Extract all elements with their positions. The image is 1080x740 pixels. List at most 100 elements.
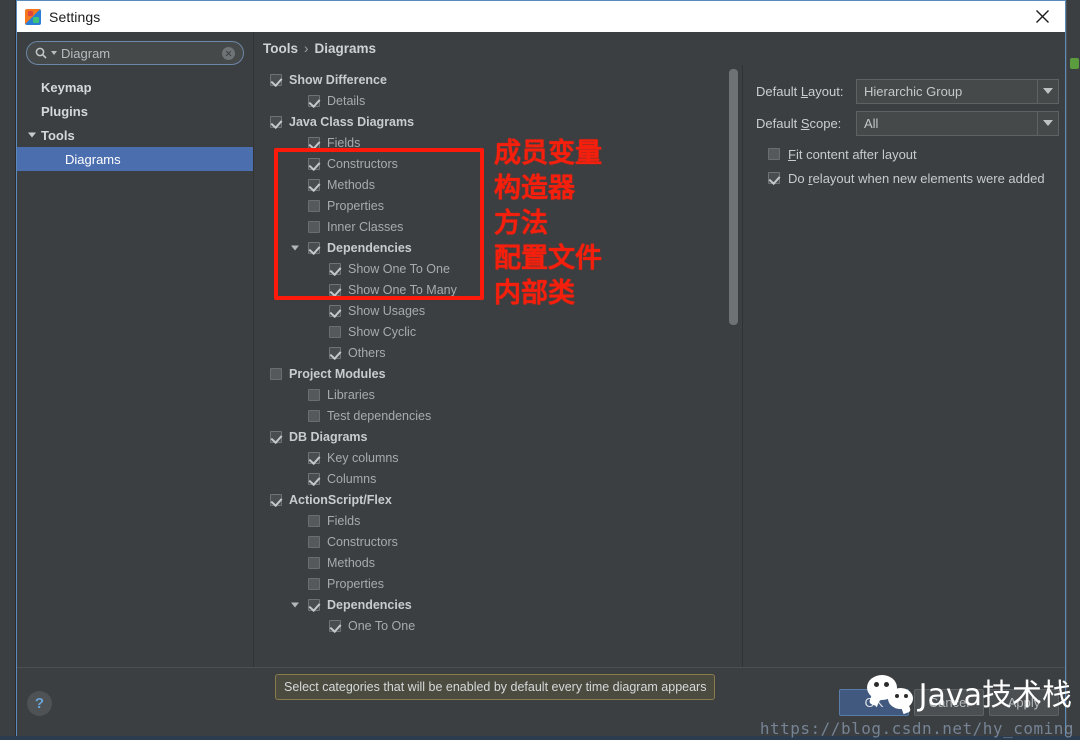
tree-row-label: Test dependencies <box>327 408 432 423</box>
do-relayout-checkbox[interactable]: Do relayout when new elements were added <box>756 166 1065 190</box>
tree-row[interactable]: Project Modules <box>254 363 743 384</box>
checkbox-icon[interactable] <box>308 556 320 569</box>
tree-row-label: Show One To One <box>348 261 450 276</box>
checkbox-icon[interactable] <box>308 241 320 254</box>
checkbox-icon[interactable] <box>270 73 282 86</box>
fit-content-checkbox[interactable]: Fit content after layout <box>756 142 1065 166</box>
tooltip: Select categories that will be enabled b… <box>275 674 716 700</box>
checkbox-icon[interactable] <box>270 430 282 443</box>
checkbox-icon[interactable] <box>308 220 320 233</box>
tree-row[interactable]: Show Cyclic <box>254 321 743 342</box>
checkbox-icon[interactable] <box>270 493 282 506</box>
breadcrumb-separator-icon: › <box>304 41 309 56</box>
chevron-down-icon[interactable] <box>291 245 299 250</box>
sidebar-item-diagrams[interactable]: Diagrams <box>17 147 253 171</box>
tree-row-label: Methods <box>327 555 375 570</box>
tree-row[interactable]: Dependencies <box>254 594 743 615</box>
tree-row[interactable]: Show Difference <box>254 69 743 90</box>
tree-row[interactable]: Libraries <box>254 384 743 405</box>
checkbox-icon[interactable] <box>308 514 320 527</box>
checkbox-icon[interactable] <box>308 136 320 149</box>
tree-row[interactable]: ActionScript/Flex <box>254 489 743 510</box>
tree-row[interactable]: Details <box>254 90 743 111</box>
tree-row-label: DB Diagrams <box>289 429 368 444</box>
tree-row[interactable]: Methods <box>254 174 743 195</box>
tree-row-label: Key columns <box>327 450 399 465</box>
sidebar-item-label: Diagrams <box>65 151 121 167</box>
checkbox-icon[interactable] <box>270 115 282 128</box>
sidebar-item-plugins[interactable]: Plugins <box>17 99 253 123</box>
tree-row-label: Dependencies <box>327 597 412 612</box>
categories-tree: Show Difference Details Java Class Diagram… <box>254 69 743 636</box>
tree-row[interactable]: Fields <box>254 132 743 153</box>
breadcrumb-root[interactable]: Tools <box>263 41 298 56</box>
tree-scrollbar[interactable] <box>729 69 738 325</box>
checkbox-icon[interactable] <box>308 157 320 170</box>
tree-row[interactable]: Properties <box>254 195 743 216</box>
tree-row[interactable]: Dependencies <box>254 237 743 258</box>
checkbox-icon[interactable] <box>308 577 320 590</box>
tree-row-label: Show One To Many <box>348 282 457 297</box>
checkbox-icon[interactable] <box>270 367 282 380</box>
chevron-down-icon[interactable] <box>28 132 36 138</box>
checkbox-icon[interactable] <box>329 262 341 275</box>
tree-row-label: Java Class Diagrams <box>289 114 415 129</box>
tree-row-label: Fields <box>327 135 361 150</box>
help-icon[interactable]: ? <box>27 691 52 716</box>
tree-row[interactable]: Java Class Diagrams <box>254 111 743 132</box>
checkbox-icon[interactable] <box>329 346 341 359</box>
sidebar-item-keymap[interactable]: Keymap <box>17 75 253 99</box>
checkbox-icon <box>768 148 780 160</box>
tree-row-label: Properties <box>327 576 384 591</box>
checkbox-icon[interactable] <box>329 283 341 296</box>
dialog-title-bar: Settings <box>17 1 1065 32</box>
tree-row[interactable]: Constructors <box>254 153 743 174</box>
background-left-edge <box>0 0 16 740</box>
tree-row[interactable]: Others <box>254 342 743 363</box>
tree-row[interactable]: Fields <box>254 510 743 531</box>
checkbox-icon[interactable] <box>329 619 341 632</box>
sidebar-item-tools[interactable]: Tools <box>17 123 253 147</box>
checkbox-icon[interactable] <box>308 94 320 107</box>
default-scope-select[interactable]: All <box>856 110 1059 136</box>
sidebar-item-label: Tools <box>41 127 75 143</box>
checkbox-icon[interactable] <box>308 451 320 464</box>
checkbox-icon[interactable] <box>329 325 341 338</box>
checkbox-icon[interactable] <box>308 199 320 212</box>
tree-row[interactable]: DB Diagrams <box>254 426 743 447</box>
search-input[interactable]: Diagram <box>26 41 244 65</box>
tree-row[interactable]: Key columns <box>254 447 743 468</box>
checkbox-icon[interactable] <box>308 388 320 401</box>
sidebar-item-list: Keymap Plugins Tools Diagrams <box>17 75 253 171</box>
default-layout-row: Default Layout: Hierarchic Group <box>756 78 1065 104</box>
dialog-title: Settings <box>49 8 101 25</box>
checkbox-icon[interactable] <box>308 535 320 548</box>
tree-row[interactable]: Show One To One <box>254 258 743 279</box>
cancel-button[interactable]: Cancel <box>914 689 984 716</box>
tree-row[interactable]: Columns <box>254 468 743 489</box>
tree-row[interactable]: Show One To Many <box>254 279 743 300</box>
tree-row[interactable]: Properties <box>254 573 743 594</box>
close-icon[interactable] <box>1019 1 1065 32</box>
tree-row[interactable]: Constructors <box>254 531 743 552</box>
checkbox-icon[interactable] <box>308 472 320 485</box>
default-layout-label: Default Layout: <box>756 84 856 99</box>
tree-row[interactable]: Inner Classes <box>254 216 743 237</box>
search-icon <box>35 47 47 59</box>
clear-icon[interactable] <box>222 46 235 60</box>
tree-row-label: Show Usages <box>348 303 426 318</box>
tree-row[interactable]: One To One <box>254 615 743 636</box>
checkbox-icon[interactable] <box>308 598 320 611</box>
checkbox-icon[interactable] <box>329 304 341 317</box>
checkbox-icon[interactable] <box>308 409 320 422</box>
tree-row[interactable]: Test dependencies <box>254 405 743 426</box>
search-dropdown-caret-icon[interactable] <box>51 51 57 55</box>
apply-button[interactable]: Apply <box>989 689 1059 716</box>
tree-row[interactable]: Methods <box>254 552 743 573</box>
tree-row-label: Project Modules <box>289 366 386 381</box>
default-layout-select[interactable]: Hierarchic Group <box>856 78 1059 104</box>
chevron-down-icon[interactable] <box>291 602 299 607</box>
tree-row[interactable]: Show Usages <box>254 300 743 321</box>
checkbox-icon[interactable] <box>308 178 320 191</box>
ok-button[interactable]: OK <box>839 689 909 716</box>
